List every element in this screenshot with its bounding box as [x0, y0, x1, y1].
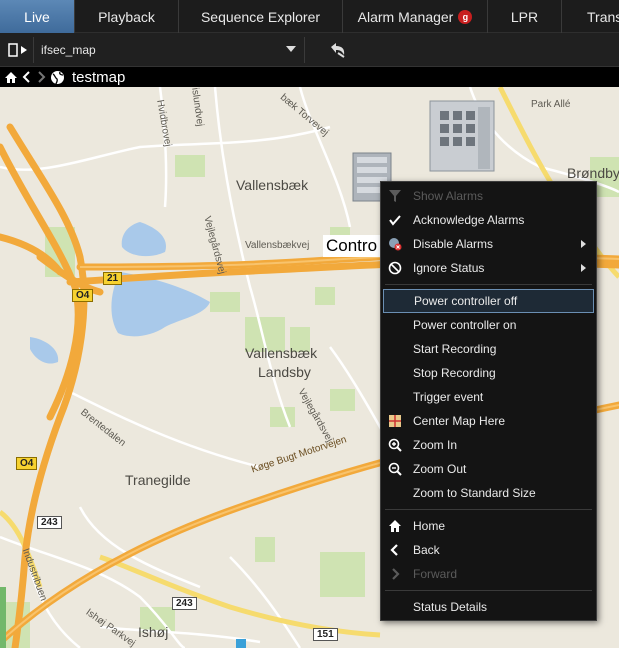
map-label-ishoj: Ishøj	[138, 624, 169, 640]
zoom-in-icon	[388, 438, 402, 452]
menu-status-details-label: Status Details	[413, 600, 488, 614]
menu-disable-alarms-label: Disable Alarms	[413, 237, 494, 251]
tab-sequence-explorer[interactable]: Sequence Explorer	[179, 0, 343, 33]
submenu-arrow-icon	[581, 240, 586, 248]
menu-stop-recording-label: Stop Recording	[413, 366, 496, 380]
forward-arrow-icon[interactable]	[36, 71, 46, 83]
chevron-down-icon	[286, 46, 296, 52]
tab-alarm-manager-label: Alarm Manager	[357, 8, 454, 25]
menu-show-alarms[interactable]: Show Alarms	[381, 184, 596, 208]
menu-status-details[interactable]: Status Details	[381, 595, 596, 619]
center-map-icon	[389, 415, 401, 427]
prohibited-icon	[388, 261, 402, 275]
main-tabs: Live Playback Sequence Explorer Alarm Ma…	[0, 0, 619, 33]
menu-acknowledge-alarms[interactable]: Acknowledge Alarms	[381, 208, 596, 232]
back-arrow-icon[interactable]	[22, 71, 32, 83]
forward-arrow-icon	[392, 568, 400, 580]
menu-ignore-status[interactable]: Ignore Status	[381, 256, 596, 280]
menu-acknowledge-alarms-label: Acknowledge Alarms	[413, 213, 525, 227]
road-shield-o4-1: O4	[72, 289, 94, 302]
menu-disable-alarms[interactable]: Disable Alarms	[381, 232, 596, 256]
submenu-arrow-icon	[581, 264, 586, 272]
menu-power-off-label: Power controller off	[414, 294, 518, 308]
map-title: testmap	[72, 68, 126, 86]
road-shield-243-2: 243	[172, 597, 197, 610]
tab-playback-label: Playback	[98, 8, 155, 25]
menu-home[interactable]: Home	[381, 514, 596, 538]
menu-back[interactable]: Back	[381, 538, 596, 562]
map-label-vallensbaek-landsby-1: Vallensbæk	[245, 345, 318, 361]
panel-toggle-icon[interactable]	[8, 42, 30, 58]
menu-start-recording-label: Start Recording	[413, 342, 497, 356]
menu-ignore-status-label: Ignore Status	[413, 261, 485, 275]
menu-center-map[interactable]: Center Map Here	[381, 409, 596, 433]
map-label-vallensbaekvej: Vallensbækvej	[245, 240, 310, 251]
checkmark-icon	[389, 215, 401, 226]
home-icon	[389, 520, 401, 532]
menu-power-on[interactable]: Power controller on	[381, 313, 596, 337]
disable-alarm-icon	[389, 238, 402, 251]
menu-power-off[interactable]: Power controller off	[383, 289, 594, 313]
filter-icon	[389, 190, 401, 202]
tab-alarm-manager[interactable]: Alarm Manager g	[343, 0, 488, 33]
undo-icon[interactable]	[328, 41, 348, 59]
road-shield-21: 21	[103, 272, 123, 285]
menu-trigger-event-label: Trigger event	[413, 390, 484, 404]
map-selector-value: ifsec_map	[41, 43, 96, 57]
context-menu: Show Alarms Acknowledge Alarms Disable A…	[380, 181, 597, 621]
menu-separator	[385, 590, 592, 591]
home-icon[interactable]	[4, 71, 18, 84]
road-shield-o4-2: O4	[16, 457, 38, 470]
alarm-badge: g	[458, 9, 473, 24]
tab-sequence-explorer-label: Sequence Explorer	[200, 8, 321, 25]
map-toolbar: ifsec_map	[0, 33, 619, 67]
menu-back-label: Back	[413, 543, 440, 557]
menu-power-on-label: Power controller on	[413, 318, 517, 332]
menu-separator	[385, 509, 592, 510]
map-label-park-alle: Park Allé	[531, 99, 571, 110]
road-shield-243-1: 243	[37, 516, 62, 529]
menu-zoom-in[interactable]: Zoom In	[381, 433, 596, 457]
tab-lpr-label: LPR	[510, 8, 539, 25]
map-label-brondby: Brøndby	[567, 165, 619, 181]
tab-transact[interactable]: Transa	[562, 0, 619, 33]
back-arrow-icon	[390, 544, 398, 556]
map-label-vallensbaek: Vallensbæk	[236, 177, 309, 193]
tab-playback[interactable]: Playback	[75, 0, 179, 33]
globe-icon	[51, 70, 64, 84]
menu-home-label: Home	[413, 519, 446, 533]
menu-separator	[385, 284, 592, 285]
menu-zoom-standard-label: Zoom to Standard Size	[413, 486, 536, 500]
tab-live-label: Live	[24, 8, 50, 25]
breadcrumb: testmap	[0, 67, 619, 87]
tab-lpr[interactable]: LPR	[488, 0, 562, 33]
menu-zoom-out[interactable]: Zoom Out	[381, 457, 596, 481]
menu-zoom-in-label: Zoom In	[413, 438, 458, 452]
menu-trigger-event[interactable]: Trigger event	[381, 385, 596, 409]
zoom-out-icon	[388, 462, 402, 476]
menu-forward[interactable]: Forward	[381, 562, 596, 586]
tab-transact-label: Transa	[587, 8, 619, 25]
menu-zoom-out-label: Zoom Out	[413, 462, 467, 476]
menu-start-recording[interactable]: Start Recording	[381, 337, 596, 361]
menu-stop-recording[interactable]: Stop Recording	[381, 361, 596, 385]
menu-show-alarms-label: Show Alarms	[413, 189, 484, 203]
road-shield-151: 151	[313, 628, 338, 641]
menu-forward-label: Forward	[413, 567, 458, 581]
tab-live[interactable]: Live	[0, 0, 75, 33]
map-label-vallensbaek-landsby-2: Landsby	[258, 364, 311, 380]
menu-zoom-standard[interactable]: Zoom to Standard Size	[381, 481, 596, 505]
menu-center-map-label: Center Map Here	[413, 414, 506, 428]
map-selector[interactable]: ifsec_map	[33, 37, 305, 63]
device-label[interactable]: Contro	[323, 235, 381, 257]
map-label-tranegilde: Tranegilde	[125, 472, 191, 488]
